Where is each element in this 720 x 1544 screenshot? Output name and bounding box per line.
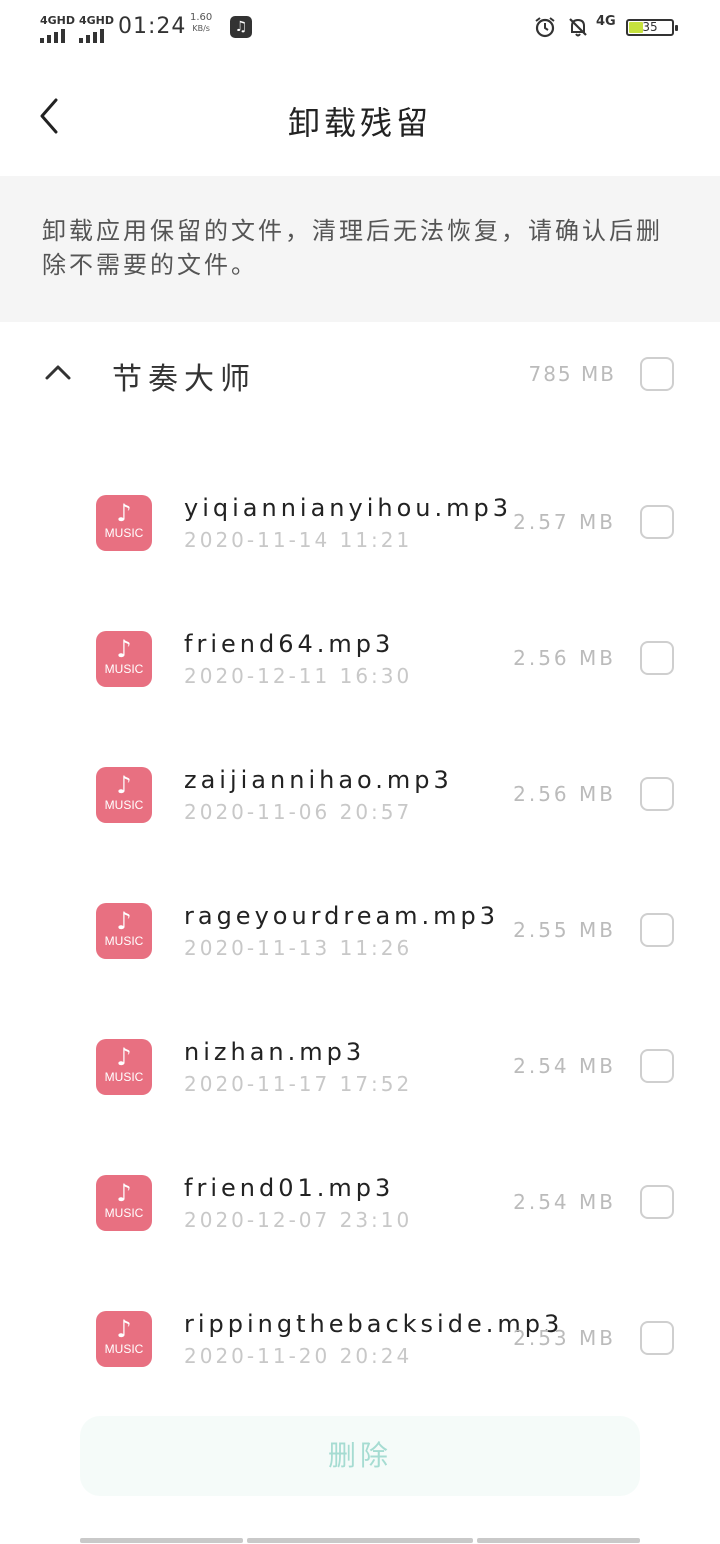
- file-date: 2020-11-17 17:52: [184, 1072, 413, 1096]
- file-name: nizhan.mp3: [184, 1038, 366, 1066]
- file-date: 2020-12-07 23:10: [184, 1208, 413, 1232]
- group-size: 785 MB: [528, 362, 616, 386]
- signal-bars-icon: [79, 29, 114, 43]
- page-title: 卸载残留: [287, 104, 432, 142]
- file-size: 2.54 MB: [513, 1054, 616, 1078]
- network-speed: 1.60 KB/s: [190, 12, 212, 34]
- file-checkbox[interactable]: [640, 505, 674, 539]
- sim2-label: 4GHD: [79, 14, 115, 27]
- sim2-signal: 4GHD: [79, 14, 114, 43]
- file-checkbox[interactable]: [640, 777, 674, 811]
- music-app-icon: ♪ MUSIC: [96, 495, 152, 551]
- music-app-icon: ♪ MUSIC: [96, 903, 152, 959]
- signal-bars-icon: [40, 29, 75, 43]
- app-group-header[interactable]: 节奏大师 785 MB: [0, 322, 720, 426]
- network-type: 4G: [596, 14, 616, 29]
- clock: 01:24: [118, 14, 187, 39]
- list-item[interactable]: ♪ MUSIC nizhan.mp3 2020-11-17 17:52 2.54 …: [0, 996, 720, 1132]
- sim1-label: 4GHD: [40, 14, 76, 27]
- nav-bar-segment: [477, 1538, 640, 1543]
- nav-bar-segment: [247, 1538, 473, 1543]
- nav-bar-segment: [80, 1538, 243, 1543]
- file-size: 2.55 MB: [513, 918, 616, 942]
- file-name: friend01.mp3: [184, 1174, 395, 1202]
- battery-level: 35: [642, 20, 658, 34]
- file-date: 2020-11-14 11:21: [184, 528, 413, 552]
- music-icon: ♫: [230, 16, 252, 38]
- music-app-icon: ♪ MUSIC: [96, 631, 152, 687]
- list-item[interactable]: ♪ MUSIC zaijiannihao.mp3 2020-11-06 20:57…: [0, 724, 720, 860]
- list-item[interactable]: ♪ MUSIC friend01.mp3 2020-12-07 23:10 2.5…: [0, 1132, 720, 1268]
- file-date: 2020-11-06 20:57: [184, 800, 413, 824]
- group-checkbox[interactable]: [640, 357, 674, 391]
- music-app-icon: ♪ MUSIC: [96, 1039, 152, 1095]
- file-checkbox[interactable]: [640, 1185, 674, 1219]
- delete-button[interactable]: 删除: [80, 1416, 640, 1496]
- battery-icon: 35: [626, 19, 678, 36]
- file-size: 2.53 MB: [513, 1326, 616, 1350]
- header: 卸载残留: [0, 56, 720, 176]
- file-checkbox[interactable]: [640, 1321, 674, 1355]
- file-size: 2.54 MB: [513, 1190, 616, 1214]
- list-item[interactable]: ♪ MUSIC rageyourdream.mp3 2020-11-13 11:2…: [0, 860, 720, 996]
- file-date: 2020-11-20 20:24: [184, 1344, 413, 1368]
- bottom-nav-indicator: [80, 1538, 640, 1544]
- list-item[interactable]: ♪ MUSIC yiqiannianyihou.mp3 2020-11-14 11…: [0, 452, 720, 588]
- file-name: friend64.mp3: [184, 630, 395, 658]
- music-app-icon: ♪ MUSIC: [96, 1175, 152, 1231]
- status-bar: 4GHD 4GHD 01:24 1.60 KB/s ♫ 4G 35: [0, 0, 720, 56]
- list-item[interactable]: ♪ MUSIC rippingthebackside.mp3 2020-11-20…: [0, 1268, 720, 1404]
- chevron-up-icon[interactable]: [44, 362, 72, 382]
- list-item[interactable]: ♪ MUSIC friend64.mp3 2020-12-11 16:30 2.5…: [0, 588, 720, 724]
- file-date: 2020-12-11 16:30: [184, 664, 413, 688]
- file-name: rageyourdream.mp3: [184, 902, 500, 930]
- notice-banner: 卸载应用保留的文件，清理后无法恢复，请确认后删除不需要的文件。: [0, 176, 720, 322]
- speed-value: 1.60: [190, 12, 213, 23]
- file-size: 2.56 MB: [513, 646, 616, 670]
- group-name: 节奏大师: [112, 362, 256, 397]
- speed-unit: KB/s: [192, 24, 210, 33]
- file-size: 2.56 MB: [513, 782, 616, 806]
- file-name: yiqiannianyihou.mp3: [184, 494, 512, 522]
- file-checkbox[interactable]: [640, 641, 674, 675]
- bell-muted-icon: [569, 18, 587, 37]
- file-list: ♪ MUSIC yiqiannianyihou.mp3 2020-11-14 11…: [0, 452, 720, 1404]
- file-checkbox[interactable]: [640, 913, 674, 947]
- file-name: rippingthebackside.mp3: [184, 1310, 564, 1338]
- notice-text: 卸载应用保留的文件，清理后无法恢复，请确认后删除不需要的文件。: [42, 217, 663, 279]
- file-name: zaijiannihao.mp3: [184, 766, 453, 794]
- file-date: 2020-11-13 11:26: [184, 936, 413, 960]
- music-app-icon: ♪ MUSIC: [96, 1311, 152, 1367]
- music-app-icon: ♪ MUSIC: [96, 767, 152, 823]
- sim1-signal: 4GHD: [40, 14, 75, 43]
- alarm-icon: [535, 17, 555, 38]
- file-checkbox[interactable]: [640, 1049, 674, 1083]
- file-size: 2.57 MB: [513, 510, 616, 534]
